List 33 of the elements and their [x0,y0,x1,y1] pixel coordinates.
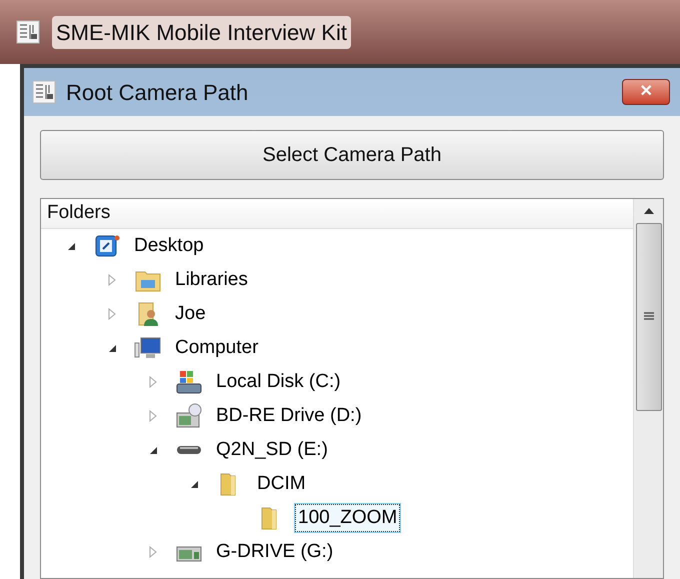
tree-item[interactable]: Libraries [172,266,251,294]
scrollbar-thumb[interactable] [636,223,662,411]
app-title: SME-MIK Mobile Interview Kit [52,16,351,48]
app-icon [16,20,40,44]
expanded-arrow-icon[interactable] [66,242,76,250]
dialog-title: Root Camera Path [66,78,250,106]
expanded-arrow-icon[interactable] [148,446,158,454]
tree-item[interactable]: Q2N_SD (E:) [213,436,331,464]
hard-drive-icon [175,369,203,395]
dialog-icon [32,80,56,104]
select-camera-path-button[interactable]: Select Camera Path [40,130,664,180]
collapsed-arrow-icon[interactable] [149,546,157,558]
tree-item[interactable]: Desktop [131,232,207,260]
scrollbar[interactable] [633,199,663,578]
tree-item[interactable]: Computer [172,334,262,362]
expanded-arrow-icon[interactable] [108,344,116,352]
grip-icon [644,312,654,322]
expanded-arrow-icon[interactable] [190,480,198,488]
tree-item[interactable]: Joe [172,300,209,328]
tree-item[interactable]: 100_ZOOM [295,504,400,532]
removable-drive-icon [176,445,202,455]
collapsed-arrow-icon[interactable] [108,308,116,320]
optical-drive-icon [175,403,203,429]
tree-item[interactable]: DCIM [254,470,309,498]
scroll-up-icon[interactable] [642,207,654,215]
collapsed-arrow-icon[interactable] [108,274,116,286]
tree-item[interactable]: Local Disk (C:) [213,368,344,396]
tree-item[interactable]: G-DRIVE (G:) [213,538,336,566]
computer-icon [134,335,162,361]
desktop-icon [93,233,121,259]
collapsed-arrow-icon[interactable] [149,376,157,388]
collapsed-arrow-icon[interactable] [149,410,157,422]
tree-item[interactable]: BD-RE Drive (D:) [213,402,365,430]
